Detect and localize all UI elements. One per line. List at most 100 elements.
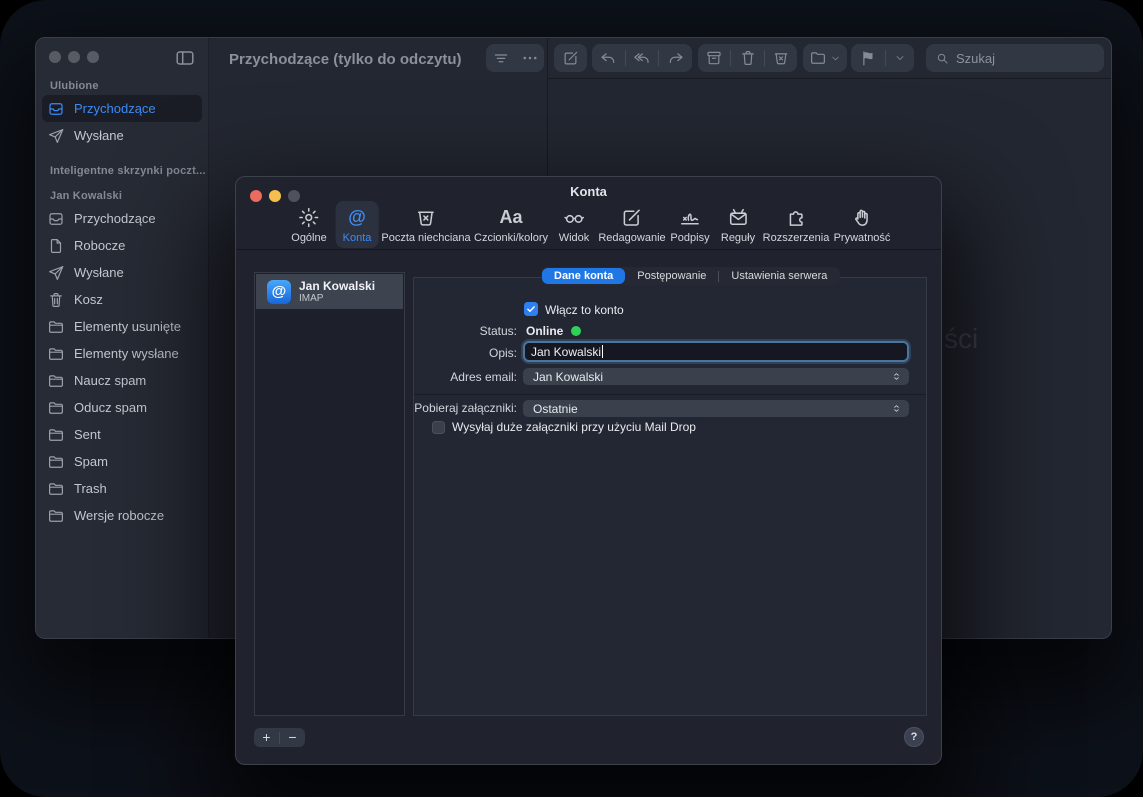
sidebar-item-sent[interactable]: Wysłane [42,259,202,286]
download-attachments-value: Ostatnie [533,402,578,416]
folder-icon [47,480,65,498]
maildrop-checkbox[interactable] [432,421,445,434]
account-name: Jan Kowalski [299,279,375,293]
sidebar-item-label: Spam [74,454,108,469]
prefs-tab-junk[interactable]: Poczta niechciana [374,201,477,248]
prefs-tab-fonts-colors[interactable]: Aa Czcionki/kolory [467,201,555,248]
junk-button[interactable] [765,44,797,72]
chevron-down-icon [894,52,906,64]
glasses-icon [563,206,586,229]
prefs-tab-label: Czcionki/kolory [474,232,548,244]
forward-icon [667,49,685,67]
prefs-tab-label: Widok [559,232,590,244]
prefs-tab-label: Redagowanie [598,232,665,244]
sidebar-item-trash[interactable]: Kosz [42,286,202,313]
tab-account-information[interactable]: Dane konta [542,268,625,284]
inbox-icon [47,100,65,118]
archive-button[interactable] [698,44,730,72]
move-to-folder-button[interactable] [803,44,847,72]
status-label: Status: [386,324,517,338]
tab-mailbox-behaviors[interactable]: Postępowanie [625,268,718,284]
status-value: Online [526,324,563,338]
download-attachments-popup[interactable]: Ostatnie [523,400,909,417]
compose-button[interactable] [554,44,587,72]
flag-group [851,44,914,72]
sidebar-item-sent-items[interactable]: Elementy wysłane [42,340,202,367]
sidebar-item-learn-spam[interactable]: Naucz spam [42,367,202,394]
sidebar-item-label: Wysłane [74,265,124,280]
zoom-button[interactable] [87,51,99,63]
search-field[interactable] [926,44,1104,72]
paperplane-icon [47,264,65,282]
sidebar: Ulubione Przychodzące Wysłane Inteligent… [36,38,209,638]
enable-account-checkbox[interactable] [524,302,538,316]
sidebar-section-smart-mailboxes: Inteligentne skrzynki poczt... [50,165,208,177]
flag-button[interactable] [852,44,885,72]
close-button[interactable] [49,51,61,63]
sidebar-toggle-button[interactable] [174,47,196,69]
prefs-tab-viewing[interactable]: Widok [552,201,597,248]
sidebar-item-unlearn-spam[interactable]: Oducz spam [42,394,202,421]
signature-icon [678,206,701,229]
folder-icon [47,318,65,336]
reply-button[interactable] [592,44,625,72]
sidebar-item-inbox-favorite[interactable]: Przychodzące [42,95,202,122]
sidebar-item-label: Przychodzące [74,211,156,226]
sidebar-item-inbox[interactable]: Przychodzące [42,205,202,232]
gear-icon [297,206,320,229]
remove-account-button[interactable]: − [280,728,305,747]
prefs-tab-label: Reguły [721,232,755,244]
sidebar-item-sent-en[interactable]: Sent [42,421,202,448]
online-status-dot [571,326,581,336]
desktop-canvas: Przychodzące (tylko do odczytu) [0,0,1143,797]
minimize-button[interactable] [68,51,80,63]
sidebar-item-trash-en[interactable]: Trash [42,475,202,502]
stepper-icon [890,370,903,383]
mail-actions-group [698,44,797,72]
mailbox-title: Przychodzące (tylko do odczytu) [229,51,462,68]
account-type: IMAP [299,293,375,305]
help-button[interactable]: ? [904,727,924,747]
search-icon [935,51,950,66]
prefs-tab-label: Konta [343,232,372,244]
document-icon [47,237,65,255]
sidebar-item-label: Kosz [74,292,103,307]
prefs-tab-label: Prywatność [834,232,891,244]
compose-icon [562,49,580,67]
account-list-item-selected[interactable]: @ Jan Kowalski IMAP [256,274,403,309]
search-input[interactable] [956,51,1086,66]
forward-button[interactable] [659,44,692,72]
folder-icon [47,453,65,471]
prefs-tab-signatures[interactable]: Podpisy [663,201,716,248]
text-caret [602,345,603,358]
sidebar-item-label: Robocze [74,238,125,253]
reply-all-button[interactable] [626,44,659,72]
prefs-toolbar-divider [236,249,941,250]
sidebar-section-account: Jan Kowalski [50,190,208,202]
reply-icon [599,49,617,67]
sidebar-item-sent-favorite[interactable]: Wysłane [42,122,202,149]
at-icon: @ [348,206,366,229]
description-input[interactable]: Jan Kowalski [523,341,909,362]
delete-button[interactable] [731,44,763,72]
account-list: @ Jan Kowalski IMAP [254,272,405,716]
add-account-button[interactable]: + [254,728,279,747]
prefs-tab-privacy[interactable]: Prywatność [827,201,898,248]
prefs-tab-accounts[interactable]: @ Konta [336,201,379,248]
prefs-tab-general[interactable]: Ogólne [284,201,333,248]
prefs-tab-composing[interactable]: Redagowanie [591,201,672,248]
sidebar-item-spam[interactable]: Spam [42,448,202,475]
filter-button[interactable] [486,44,515,72]
tab-server-settings[interactable]: Ustawienia serwera [719,268,839,284]
flag-menu-button[interactable] [886,44,914,72]
email-address-popup[interactable]: Jan Kowalski [523,368,909,385]
more-options-button[interactable] [515,44,544,72]
folder-icon [47,426,65,444]
sidebar-item-deleted-items[interactable]: Elementy usunięte [42,313,202,340]
sidebar-item-drafts[interactable]: Robocze [42,232,202,259]
description-value: Jan Kowalski [531,345,601,359]
sidebar-item-label: Wersje robocze [74,508,164,523]
sidebar-item-draft-versions[interactable]: Wersje robocze [42,502,202,529]
filter-menu-group [486,44,544,72]
prefs-tab-extensions[interactable]: Rozszerzenia [756,201,837,248]
